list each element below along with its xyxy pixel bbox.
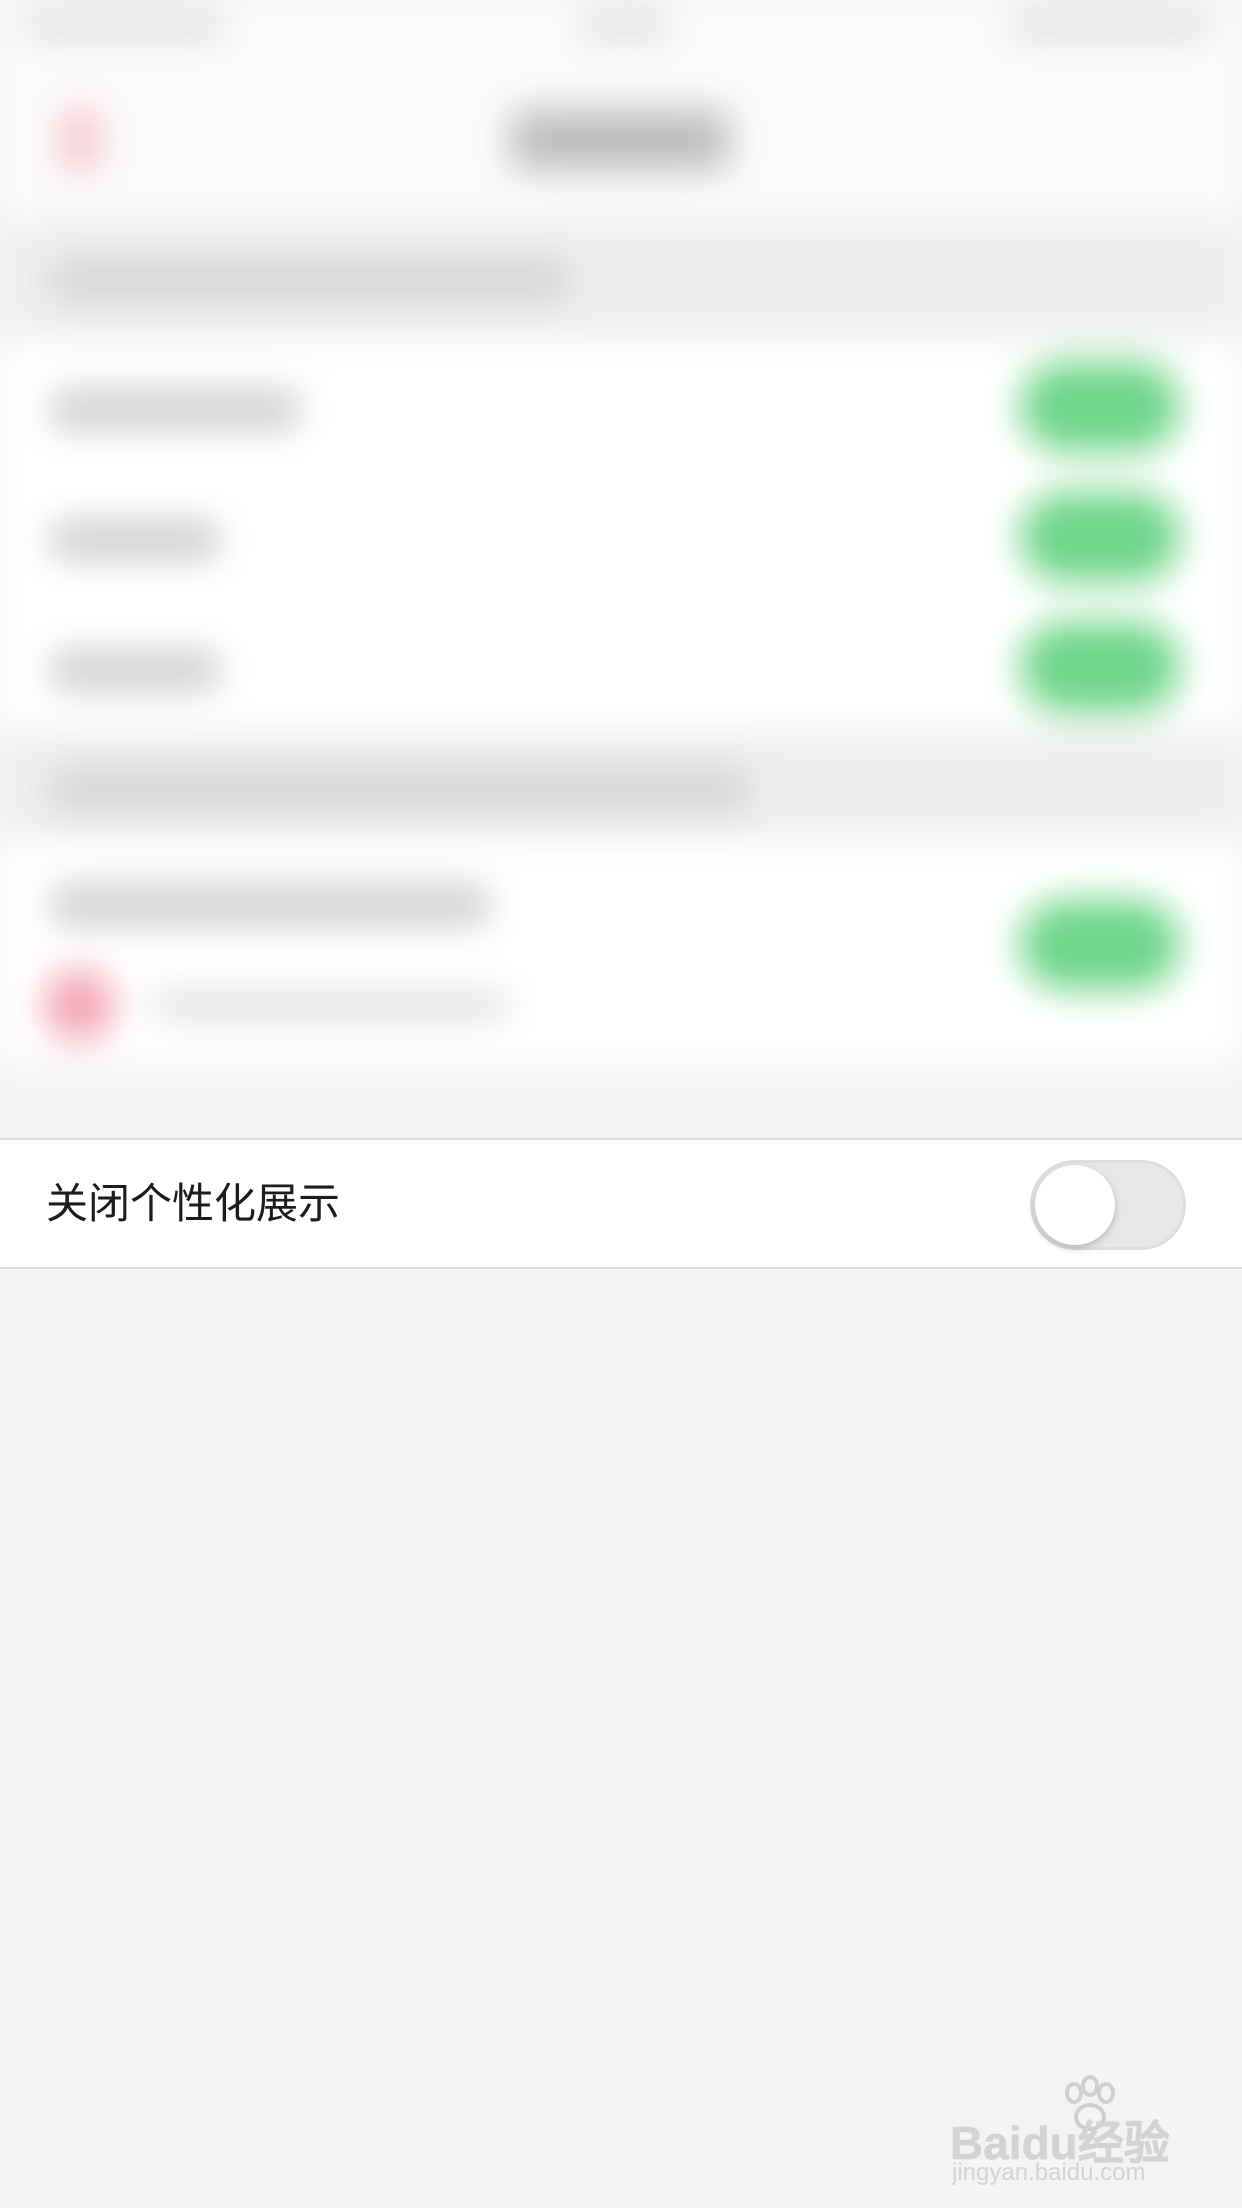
section-header-text <box>50 770 750 810</box>
back-icon[interactable] <box>60 110 100 170</box>
toggle-switch-on[interactable] <box>1020 622 1180 712</box>
status-bar-left <box>24 14 224 36</box>
status-bar-right <box>1010 14 1210 36</box>
setting-row-subtext <box>150 990 510 1020</box>
setting-row-label <box>50 885 490 925</box>
personalization-label: 关闭个性化展示 <box>46 1179 341 1228</box>
setting-row-label <box>50 390 300 430</box>
personalization-toggle[interactable] <box>1030 1160 1186 1250</box>
settings-group <box>0 840 1242 1060</box>
toggle-knob <box>1035 1165 1115 1245</box>
status-bar <box>0 0 1242 60</box>
baidu-watermark: Baidu经验 jingyan.baidu.com <box>950 2075 1190 2186</box>
blurred-background <box>0 0 1242 1140</box>
toggle-switch-on[interactable] <box>1020 492 1180 582</box>
page-title <box>510 110 730 170</box>
section-header <box>0 730 1242 840</box>
status-bar-time <box>580 14 670 36</box>
notification-dot-icon <box>44 970 114 1040</box>
watermark-url: jingyan.baidu.com <box>952 2159 1146 2186</box>
toggle-switch-on[interactable] <box>1020 900 1180 990</box>
nav-bar <box>0 60 1242 220</box>
section-header-text <box>50 260 570 300</box>
settings-group <box>0 340 1242 730</box>
setting-row-label <box>50 650 220 690</box>
section-header <box>0 220 1242 340</box>
setting-row-label <box>50 520 220 560</box>
personalization-setting-row: 关闭个性化展示 <box>0 1138 1242 1269</box>
toggle-switch-on[interactable] <box>1020 362 1180 452</box>
